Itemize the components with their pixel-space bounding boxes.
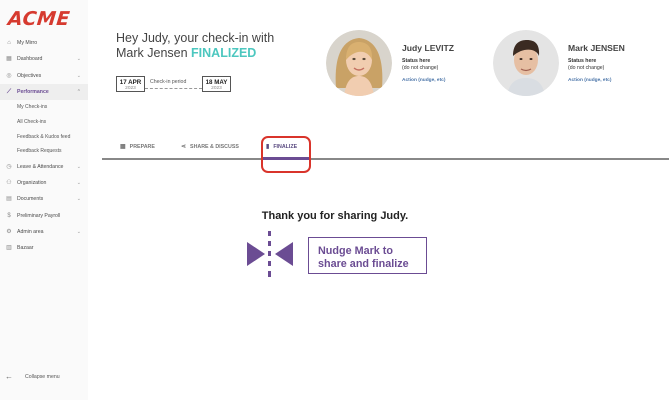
check-in-period: 17 APR 2023 Check-in period 18 MAY 2023: [116, 76, 232, 92]
avatar: [326, 30, 392, 96]
gear-icon: ⚙: [6, 228, 12, 235]
start-day: 17 APR: [119, 78, 142, 86]
chevron-down-icon: ⌄: [76, 56, 81, 63]
person-status-sub: (do not change): [568, 65, 605, 71]
share-icon: ⋖: [181, 144, 187, 150]
avatar: [493, 30, 559, 96]
sidebar-item-label: Preliminary Payroll: [17, 212, 61, 219]
chevron-up-icon: ⌃: [76, 88, 81, 95]
greeting-line2: Mark Jensen: [116, 46, 188, 60]
sidebar-item-my-mirro[interactable]: ⌂ My Mirro: [0, 35, 88, 51]
avatar-mark-image: [493, 30, 559, 96]
home-icon: ⌂: [7, 40, 11, 47]
sidebar-item-label: Bazaar: [17, 245, 34, 252]
sidebar-item-label: Performance: [17, 89, 49, 96]
person-action-link[interactable]: Action (nudge, etc): [568, 78, 611, 83]
tab-prepare[interactable]: ▦ PREPARE: [120, 143, 155, 151]
sidebar-subitem-feedback-kudos[interactable]: Feedback & Kudos feed: [0, 129, 88, 144]
end-year: 2023: [211, 85, 222, 91]
acme-logo[interactable]: ACME: [7, 8, 71, 30]
chevron-down-icon: ⌄: [76, 196, 81, 203]
sidebar-item-label: Documents: [17, 196, 44, 203]
sidebar-item-leave-attendance[interactable]: ◷ Leave & Attendance ⌄: [0, 159, 88, 175]
greeting-line1: Hey Judy, your check-in with: [116, 31, 275, 45]
store-icon: ▥: [6, 245, 12, 252]
person-status-title: Status here: [402, 58, 431, 64]
person-name: Judy LEVITZ: [402, 43, 455, 53]
arrow-left-icon: ←: [5, 372, 13, 381]
person-action-link[interactable]: Action (nudge, etc): [402, 78, 445, 83]
chevron-down-icon: ⌄: [76, 179, 81, 186]
sidebar-nav: ⌂ My Mirro ▦ Dashboard ⌄ ◎ Objectives ⌄ …: [0, 35, 88, 256]
trend-icon: ⟋: [6, 89, 12, 96]
page-title: Hey Judy, your check-in with Mark Jensen…: [116, 31, 316, 61]
sidebar: ACME ⌂ My Mirro ▦ Dashboard ⌄ ◎ Objectiv…: [0, 0, 88, 400]
person-status-sub: (do not change): [402, 65, 439, 71]
clock-icon: ◷: [6, 163, 12, 170]
person-status-title: Status here: [568, 58, 597, 64]
people-icon: ⚇: [6, 180, 12, 186]
collapse-menu-button[interactable]: ← Collapse menu: [5, 372, 60, 381]
chevron-down-icon: ⌄: [76, 72, 81, 79]
nudge-button-line1: Nudge Mark to: [318, 244, 393, 257]
period-divider: [145, 88, 202, 89]
period-label: Check-in period: [150, 79, 187, 85]
tab-label: SHARE & DISCUSS: [190, 143, 239, 150]
nudge-button-line2: share and finalize: [318, 257, 409, 270]
sidebar-item-bazaar[interactable]: ▥ Bazaar: [0, 240, 88, 256]
avatar-judy-image: [326, 30, 392, 96]
sidebar-subitem-feedback-requests[interactable]: Feedback Requests: [0, 144, 88, 159]
collapse-menu-label: Collapse menu: [25, 373, 60, 380]
tab-label: PREPARE: [129, 143, 155, 150]
nudge-mark-button[interactable]: Nudge Mark to share and finalize: [308, 237, 427, 274]
document-icon: ▤: [6, 196, 12, 203]
sidebar-item-admin-area[interactable]: ⚙ Admin area ⌄: [0, 224, 88, 240]
tabs-divider: [102, 158, 669, 160]
dollar-icon: $: [7, 212, 11, 219]
finalize-tab-highlight: [261, 136, 311, 173]
grid-icon: ▦: [120, 144, 126, 150]
chevron-down-icon: ⌄: [76, 228, 81, 235]
status-badge: FINALIZED: [191, 46, 257, 60]
start-year: 2023: [125, 85, 136, 91]
sidebar-item-organization[interactable]: ⚇ Organization ⌄: [0, 175, 88, 191]
sidebar-item-label: Objectives: [17, 72, 42, 79]
sidebar-item-dashboard[interactable]: ▦ Dashboard ⌄: [0, 51, 88, 67]
target-icon: ◎: [6, 72, 12, 79]
person-name: Mark JENSEN: [568, 43, 625, 53]
sidebar-item-label: Admin area: [17, 228, 44, 235]
grid-icon: ▦: [6, 56, 12, 63]
sidebar-item-preliminary-payroll[interactable]: $ Preliminary Payroll: [0, 207, 88, 223]
sidebar-item-objectives[interactable]: ◎ Objectives ⌄: [0, 68, 88, 84]
sidebar-subitem-all-check-ins[interactable]: All Check-ins: [0, 115, 88, 130]
sidebar-item-label: My Mirro: [17, 40, 38, 47]
sidebar-subitem-my-check-ins[interactable]: My Check-ins: [0, 100, 88, 115]
tab-share-discuss[interactable]: ⋖ SHARE & DISCUSS: [181, 143, 239, 151]
sidebar-item-documents[interactable]: ▤ Documents ⌄: [0, 191, 88, 207]
sidebar-item-performance[interactable]: ⟋ Performance ⌃: [0, 83, 88, 101]
sidebar-item-label: Dashboard: [17, 56, 43, 63]
nudge-icon: [247, 231, 293, 277]
thanks-message: Thank you for sharing Judy.: [261, 210, 409, 222]
sidebar-item-label: Leave & Attendance: [17, 163, 64, 170]
sidebar-item-label: Organization: [17, 180, 47, 186]
chevron-down-icon: ⌄: [76, 163, 81, 170]
period-start-date: 17 APR 2023: [116, 76, 145, 92]
end-day: 18 MAY: [205, 78, 228, 86]
period-end-date: 18 MAY 2023: [202, 76, 231, 92]
